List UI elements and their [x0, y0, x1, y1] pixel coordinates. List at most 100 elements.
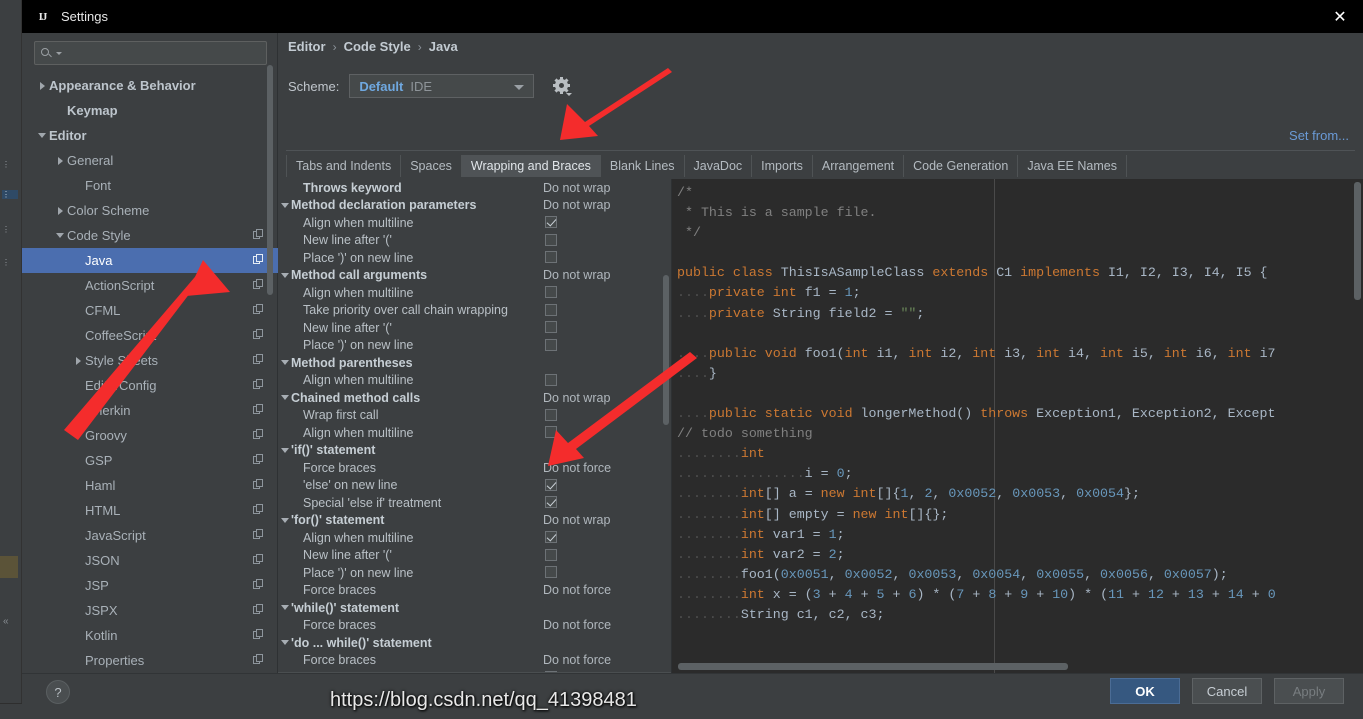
option-row[interactable]: Align when multiline: [278, 529, 671, 547]
option-row[interactable]: 'while()' statement: [278, 599, 671, 617]
breadcrumb-part-1[interactable]: Code Style: [344, 39, 411, 54]
tab-imports[interactable]: Imports: [752, 155, 813, 177]
breadcrumb-part-0[interactable]: Editor: [288, 39, 326, 54]
close-icon[interactable]: ✕: [1317, 0, 1363, 33]
option-value[interactable]: Do not force: [543, 618, 611, 632]
sidebar-item-groovy[interactable]: Groovy: [22, 423, 278, 448]
option-checkbox[interactable]: [545, 216, 557, 228]
tab-tabs-and-indents[interactable]: Tabs and Indents: [286, 155, 402, 177]
sidebar-item-style-sheets[interactable]: Style Sheets: [22, 348, 278, 373]
option-checkbox[interactable]: [545, 286, 557, 298]
option-row[interactable]: Force braces Do not force: [278, 652, 671, 670]
option-row[interactable]: Method parentheses: [278, 354, 671, 372]
sidebar-item-coffeescript[interactable]: CoffeeScript: [22, 323, 278, 348]
code-preview[interactable]: /* * This is a sample file. */ public cl…: [672, 179, 1363, 673]
option-checkbox[interactable]: [545, 566, 557, 578]
option-row[interactable]: Wrap first call: [278, 407, 671, 425]
sidebar-item-kotlin[interactable]: Kotlin: [22, 623, 278, 648]
option-row[interactable]: Special 'else if' treatment: [278, 494, 671, 512]
option-checkbox[interactable]: [545, 321, 557, 333]
option-value[interactable]: Do not wrap: [543, 198, 610, 212]
breadcrumb-part-2[interactable]: Java: [429, 39, 458, 54]
copy-icon[interactable]: [253, 454, 264, 465]
option-row[interactable]: Align when multiline: [278, 424, 671, 442]
option-value[interactable]: Do not force: [543, 653, 611, 667]
copy-icon[interactable]: [253, 479, 264, 490]
copy-icon[interactable]: [253, 554, 264, 565]
option-checkbox[interactable]: [545, 338, 557, 351]
option-row[interactable]: Align when multiline: [278, 214, 671, 232]
option-checkbox[interactable]: [545, 233, 557, 246]
option-value[interactable]: Do not wrap: [543, 181, 610, 195]
copy-icon[interactable]: [253, 429, 264, 440]
option-row[interactable]: Align when multiline: [278, 284, 671, 302]
sidebar-item-appearance-behavior[interactable]: Appearance & Behavior: [22, 73, 278, 98]
tab-java-ee-names[interactable]: Java EE Names: [1018, 155, 1127, 177]
search-input[interactable]: [62, 46, 260, 60]
option-checkbox[interactable]: [545, 303, 557, 316]
copy-icon[interactable]: [253, 629, 264, 640]
options-scrollbar[interactable]: [663, 275, 669, 425]
sidebar-item-code-style[interactable]: Code Style: [22, 223, 278, 248]
copy-icon[interactable]: [253, 254, 264, 265]
option-row[interactable]: 'for()' statement Do not wrap: [278, 512, 671, 530]
copy-icon[interactable]: [253, 654, 264, 665]
option-checkbox[interactable]: [545, 548, 557, 561]
sidebar-item-actionscript[interactable]: ActionScript: [22, 273, 278, 298]
option-row[interactable]: Chained method calls Do not wrap: [278, 389, 671, 407]
sidebar-item-json[interactable]: JSON: [22, 548, 278, 573]
sidebar-item-jspx[interactable]: JSPX: [22, 598, 278, 623]
sidebar-item-cfml[interactable]: CFML: [22, 298, 278, 323]
copy-icon[interactable]: [253, 279, 264, 290]
ok-button[interactable]: OK: [1110, 678, 1180, 704]
sidebar-item-gsp[interactable]: GSP: [22, 448, 278, 473]
option-row[interactable]: Place ')' on new line: [278, 249, 671, 267]
option-checkbox[interactable]: [545, 496, 557, 508]
option-checkbox[interactable]: [545, 478, 557, 491]
sidebar-item-html[interactable]: HTML: [22, 498, 278, 523]
code-horizontal-scrollbar[interactable]: [678, 663, 1068, 670]
option-row[interactable]: New line after '(': [278, 319, 671, 337]
copy-icon[interactable]: [253, 579, 264, 590]
sidebar-item-editor[interactable]: Editor: [22, 123, 278, 148]
option-value[interactable]: Do not wrap: [543, 513, 610, 527]
copy-icon[interactable]: [253, 529, 264, 540]
option-row[interactable]: New line after '(': [278, 547, 671, 565]
tab-spaces[interactable]: Spaces: [401, 155, 462, 177]
tab-javadoc[interactable]: JavaDoc: [685, 155, 753, 177]
copy-icon[interactable]: [253, 404, 264, 415]
apply-button[interactable]: Apply: [1274, 678, 1344, 704]
sidebar-item-haml[interactable]: Haml: [22, 473, 278, 498]
sidebar-item-general[interactable]: General: [22, 148, 278, 173]
tab-arrangement[interactable]: Arrangement: [813, 155, 905, 177]
option-row[interactable]: Force braces Do not force: [278, 582, 671, 600]
option-row[interactable]: Method declaration parameters Do not wrap: [278, 197, 671, 215]
sidebar-item-gherkin[interactable]: Gherkin: [22, 398, 278, 423]
sidebar-item-properties[interactable]: Properties: [22, 648, 278, 673]
settings-category-tree[interactable]: Appearance & Behavior Keymap Editor General…: [22, 73, 278, 673]
option-checkbox[interactable]: [545, 531, 557, 543]
option-row[interactable]: Place ')' on new line: [278, 337, 671, 355]
option-row[interactable]: Throws keyword Do not wrap: [278, 179, 671, 197]
sidebar-item-javascript[interactable]: JavaScript: [22, 523, 278, 548]
copy-icon[interactable]: [253, 329, 264, 340]
sidebar-item-java[interactable]: Java: [22, 248, 278, 273]
option-row[interactable]: Force braces Do not force: [278, 459, 671, 477]
help-button[interactable]: ?: [46, 680, 70, 704]
option-value[interactable]: Do not force: [543, 461, 611, 475]
settings-tabs[interactable]: Tabs and Indents Spaces Wrapping and Brace…: [286, 155, 1127, 177]
option-row[interactable]: Take priority over call chain wrapping: [278, 302, 671, 320]
option-row[interactable]: New line after '(': [278, 232, 671, 250]
cancel-button[interactable]: Cancel: [1192, 678, 1262, 704]
wrapping-options-tree[interactable]: Throws keyword Do not wrap Method declarat…: [278, 179, 672, 673]
option-checkbox[interactable]: [545, 426, 557, 438]
option-value[interactable]: Do not wrap: [543, 268, 610, 282]
code-vertical-scrollbar[interactable]: [1354, 182, 1361, 300]
scheme-select[interactable]: Default IDE: [349, 74, 535, 98]
option-checkbox[interactable]: [545, 408, 557, 421]
sidebar-item-font[interactable]: Font: [22, 173, 278, 198]
copy-icon[interactable]: [253, 379, 264, 390]
option-checkbox[interactable]: [545, 251, 557, 263]
sidebar-item-editorconfig[interactable]: EditorConfig: [22, 373, 278, 398]
tab-code-generation[interactable]: Code Generation: [904, 155, 1019, 177]
